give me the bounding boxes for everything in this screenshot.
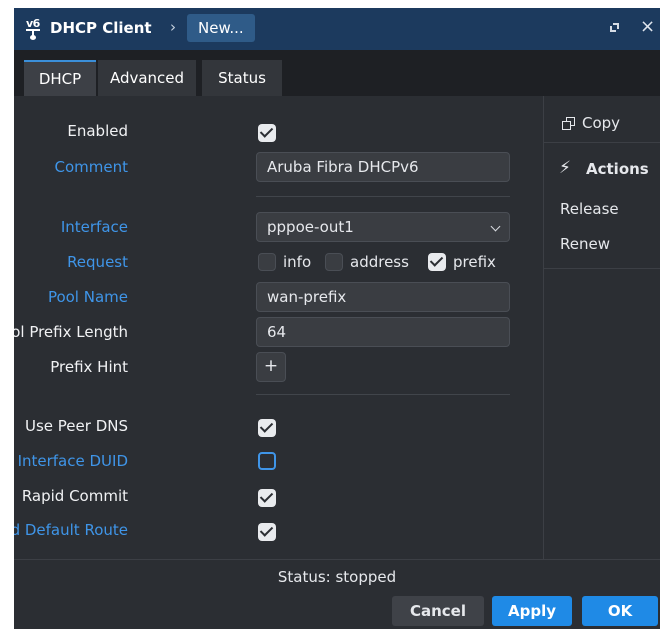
breadcrumb-current[interactable]: New... [187,14,255,42]
window-title: DHCP Client [50,19,152,37]
request-info-checkbox[interactable] [258,253,276,271]
prefix-hint-label: Prefix Hint [50,358,128,376]
release-action[interactable]: Release [560,200,619,218]
copy-button[interactable]: Copy [582,114,620,132]
rapid-commit-label: Rapid Commit [21,487,128,505]
request-prefix-label: prefix [453,253,496,271]
cancel-button[interactable]: Cancel [392,596,484,626]
ok-button[interactable]: OK [582,596,658,626]
renew-action[interactable]: Renew [560,235,610,253]
request-info-label: info [283,253,312,271]
add-prefix-hint-button[interactable]: + [256,352,286,382]
dhcp-form: Enabled Comment Aruba Fibra DHCPv6 Inter… [14,96,543,559]
use-interface-duid-label: Use Interface DUID [14,452,128,470]
side-panel: Copy ⚡ Actions Release Renew [543,96,660,559]
pool-prefix-length-label: Pool Prefix Length [14,323,128,341]
interface-select[interactable]: pppoe-out1 [256,212,510,242]
button-bar: Cancel Apply OK [14,594,660,629]
request-label: Request [67,253,128,271]
comment-label: Comment [54,158,129,176]
copy-icon [562,117,575,130]
rapid-commit-checkbox[interactable] [258,489,276,507]
side-divider [544,142,660,143]
enabled-checkbox[interactable] [258,124,276,142]
side-divider-2 [544,268,660,269]
tab-status[interactable]: Status [202,60,282,96]
pool-name-label: Pool Name [47,288,128,306]
add-default-route-label: Add Default Route [14,521,128,539]
chevron-down-icon [490,221,501,232]
section-divider-2 [256,394,510,395]
actions-heading: Actions [586,160,649,178]
tab-bar: DHCP Advanced Status [14,50,660,96]
section-divider [256,196,510,197]
apply-button[interactable]: Apply [492,596,572,626]
interface-label: Interface [60,218,128,236]
add-default-route-checkbox[interactable] [258,523,276,541]
pool-prefix-length-field[interactable]: 64 [256,317,510,347]
request-prefix-checkbox[interactable] [428,253,446,271]
status-bar: Status: stopped [14,559,660,595]
enabled-label: Enabled [67,122,128,140]
interface-value: pppoe-out1 [267,218,354,236]
actions-icon: ⚡ [559,158,571,178]
tab-dhcp[interactable]: DHCP [24,60,96,96]
request-address-label: address [350,253,409,271]
use-interface-duid-checkbox[interactable] [258,452,276,470]
title-bar: v6 DHCP Client › New... × [14,8,660,50]
restore-icon[interactable] [610,23,619,32]
tab-advanced[interactable]: Advanced [98,60,196,96]
dhcpv6-icon: v6 [26,17,42,40]
close-icon[interactable]: × [640,16,655,37]
request-address-checkbox[interactable] [325,253,343,271]
breadcrumb-separator: › [170,18,176,36]
use-peer-dns-checkbox[interactable] [258,419,276,437]
use-peer-dns-label: Use Peer DNS [25,417,128,435]
comment-field[interactable]: Aruba Fibra DHCPv6 [256,152,510,182]
pool-name-field[interactable]: wan-prefix [256,282,510,312]
dhcp-client-window: v6 DHCP Client › New... × DHCP Advanced … [14,8,660,629]
